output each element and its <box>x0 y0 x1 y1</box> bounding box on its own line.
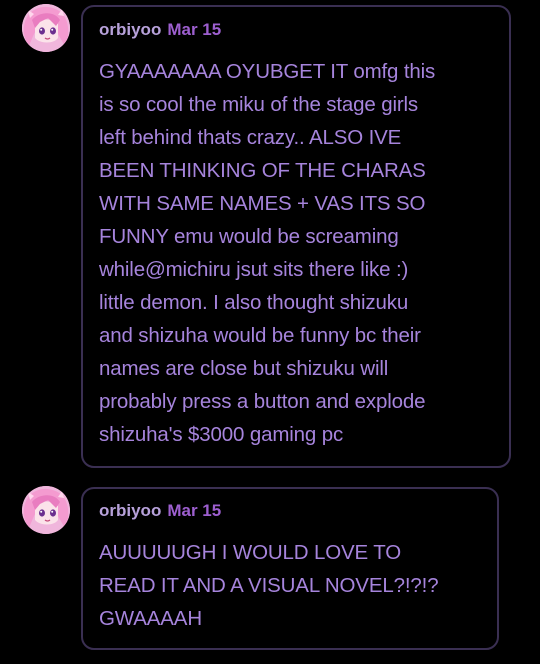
comment-line: and shizuha would be funny bc their <box>99 324 421 347</box>
comment-line: GYAAAAAAA OYUBGET IT omfg this <box>99 60 436 83</box>
comment-line: left behind thats crazy.. ALSO IVE <box>99 126 402 149</box>
comment-line: while@michiru jsut sits there like :) <box>99 258 409 281</box>
avatar[interactable] <box>22 4 70 52</box>
comment-date: Mar 15 <box>167 20 222 39</box>
comment-line: names are close but shizuku will <box>99 357 389 380</box>
comment-line: BEEN THINKING OF THE CHARAS <box>99 159 426 182</box>
comment-line: probably press a button and explode <box>99 390 426 413</box>
comment-line: is so cool the miku of the stage girls <box>99 93 419 116</box>
avatar[interactable] <box>22 486 70 534</box>
comment-date: Mar 15 <box>167 501 222 520</box>
comment-line: WITH SAME NAMES + VAS ITS SO <box>99 192 426 215</box>
comment-bubble: orbiyoo Mar 15 GYAAAAAAA OYUBGET IT omfg … <box>81 5 511 468</box>
comment-body: AUUUUUGH I WOULD LOVE TO READ IT AND A V… <box>99 536 489 635</box>
comment-thread: orbiyoo Mar 15 GYAAAAAAA OYUBGET IT omfg … <box>0 0 540 664</box>
anime-girl-avatar-icon <box>22 486 70 534</box>
comment-line: GWAAAAH <box>99 607 202 630</box>
username-link[interactable]: orbiyoo <box>99 501 161 520</box>
comment-line: FUNNY emu would be screaming <box>99 225 399 248</box>
comment-meta: orbiyoo Mar 15 <box>99 501 221 521</box>
comment-line: shizuha's $3000 gaming pc <box>99 423 344 446</box>
comment-bubble: orbiyoo Mar 15 AUUUUUGH I WOULD LOVE TO R… <box>81 487 499 650</box>
username-link[interactable]: orbiyoo <box>99 20 161 39</box>
comment-line: AUUUUUGH I WOULD LOVE TO <box>99 541 402 564</box>
comment-meta: orbiyoo Mar 15 <box>99 20 221 40</box>
comment-line: READ IT AND A VISUAL NOVEL?!?!? <box>99 574 439 597</box>
anime-girl-avatar-icon <box>22 4 70 52</box>
comment-body: GYAAAAAAA OYUBGET IT omfg this is so coo… <box>99 55 495 451</box>
comment-line: little demon. I also thought shizuku <box>99 291 409 314</box>
